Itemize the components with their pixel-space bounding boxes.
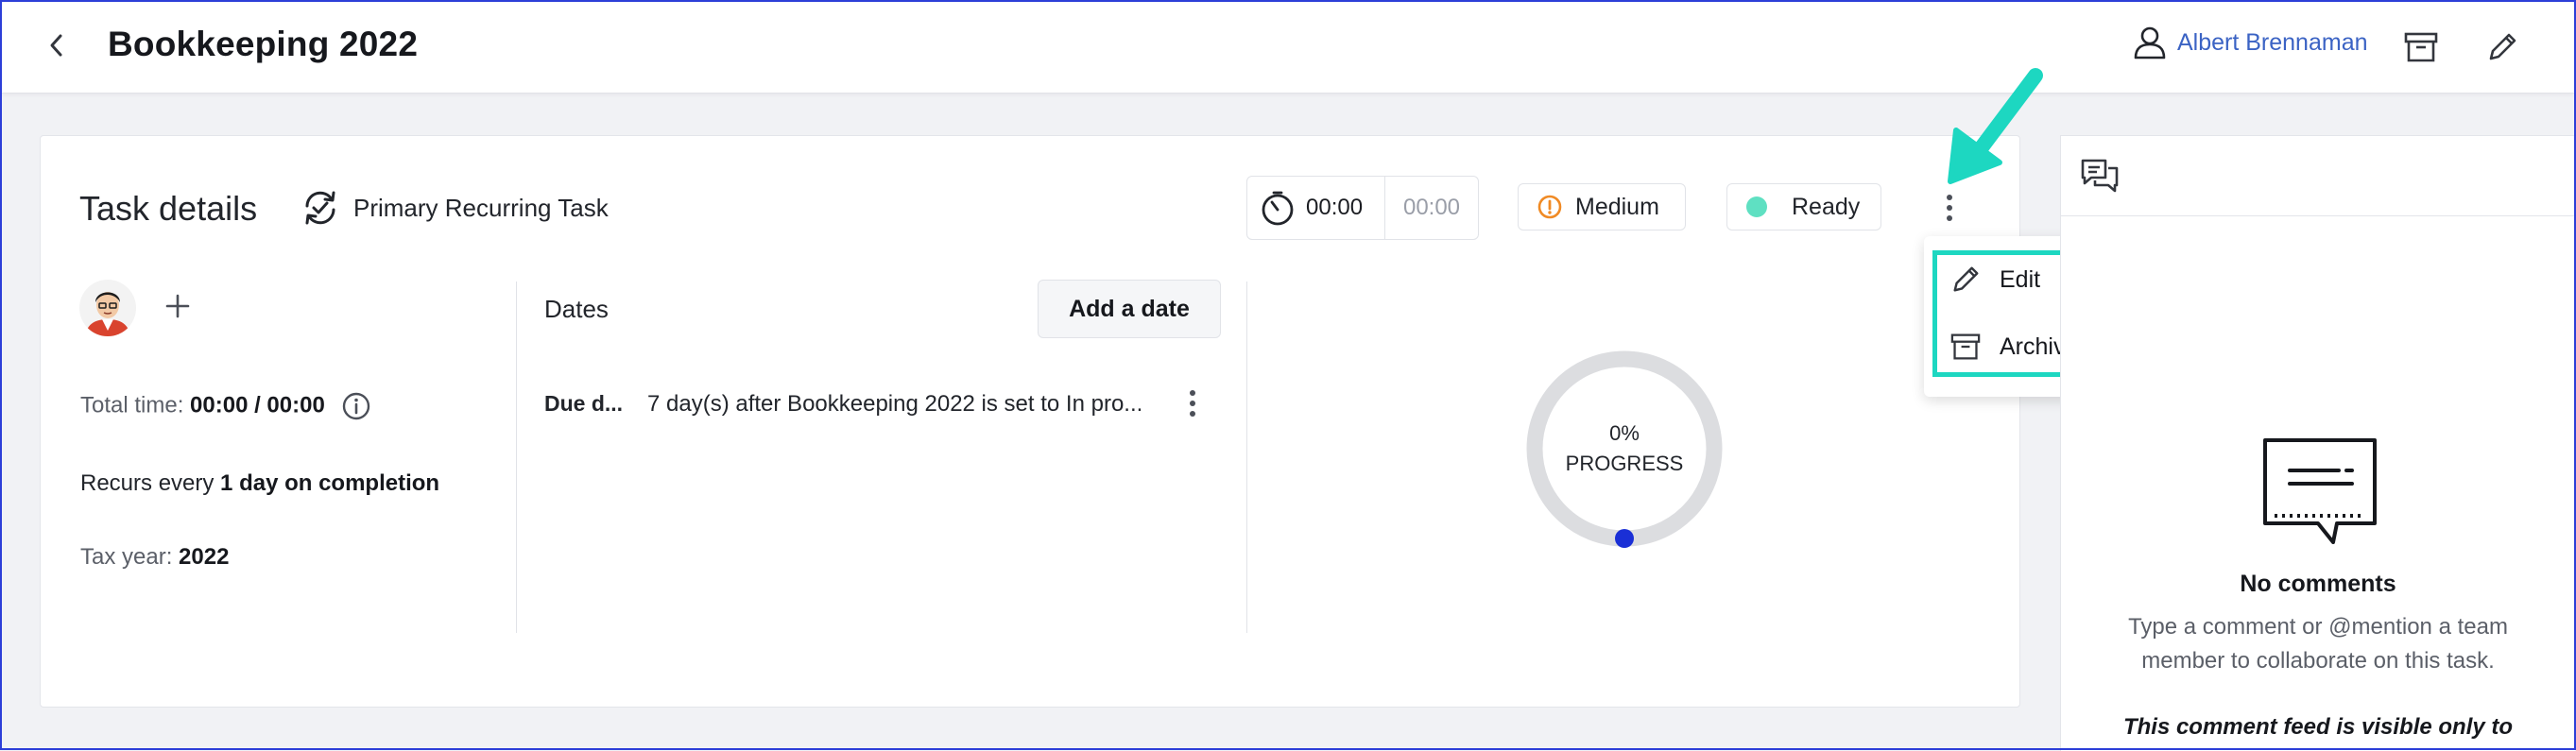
comments-icon[interactable] xyxy=(2080,157,2120,195)
kebab-dot xyxy=(1190,401,1195,406)
warning-icon xyxy=(1537,195,1562,219)
tax-year-value: 2022 xyxy=(179,544,230,570)
progress-label: PROGRESS xyxy=(1565,452,1684,475)
column-divider xyxy=(516,282,517,633)
no-comments-title: No comments xyxy=(2240,571,2396,597)
timer-elapsed: 00:00 xyxy=(1306,195,1364,220)
status-label: Ready xyxy=(1792,193,1861,220)
timer-start-button[interactable]: 00:00 xyxy=(1247,177,1385,239)
kebab-dot xyxy=(1190,411,1195,417)
page-title: Bookkeeping 2022 xyxy=(108,25,419,63)
info-icon[interactable] xyxy=(341,391,371,421)
recurring-task-indicator: Primary Recurring Task xyxy=(301,189,609,227)
recurs-value: 1 day on completion xyxy=(220,470,440,496)
back-button[interactable] xyxy=(36,25,77,66)
due-date-rule: 7 day(s) after Bookkeeping 2022 is set t… xyxy=(647,391,1143,417)
plus-icon xyxy=(165,294,190,318)
empty-comments-icon xyxy=(2263,438,2377,544)
top-bar: Bookkeeping 2022 Albert Brennaman xyxy=(2,2,2574,94)
avatar-illustration xyxy=(79,280,136,336)
status-selector[interactable]: Ready xyxy=(1726,183,1881,230)
timer-estimate[interactable]: 00:00 xyxy=(1385,177,1478,239)
archive-icon xyxy=(2404,32,2438,62)
due-date-label: Due d... xyxy=(544,391,624,416)
progress-indicator-dot xyxy=(1615,529,1634,548)
total-time-label: Total time: xyxy=(80,392,184,418)
total-time-value: 00:00 / 00:00 xyxy=(190,392,325,418)
task-details-title: Task details xyxy=(79,189,258,228)
tax-year-row: Tax year: 2022 xyxy=(80,544,229,571)
kebab-dot xyxy=(1947,215,1952,221)
due-date-options-button[interactable] xyxy=(1183,387,1202,419)
comments-header xyxy=(2061,136,2575,216)
progress-ring: 0% PROGRESS xyxy=(1521,346,1727,552)
progress-percent: 0% xyxy=(1609,421,1640,445)
priority-label: Medium xyxy=(1575,193,1659,220)
recurring-icon xyxy=(305,191,335,225)
pencil-icon xyxy=(2489,33,2516,60)
dates-section-title: Dates xyxy=(544,295,609,323)
recurrence-row: Recurs every 1 day on completion xyxy=(80,470,439,497)
progress-ring-graphic xyxy=(1526,350,1723,548)
stopwatch-icon xyxy=(1262,191,1294,226)
time-tracker[interactable]: 00:00 00:00 xyxy=(1246,176,1479,240)
total-time-row: Total time: 00:00 / 00:00 xyxy=(80,391,371,421)
chevron-left-icon xyxy=(50,34,62,57)
assignee-avatar[interactable] xyxy=(79,280,136,336)
comments-panel: No comments Type a comment or @mention a… xyxy=(2060,135,2575,751)
recurs-label: Recurs every xyxy=(80,470,215,496)
status-dot xyxy=(1746,196,1767,217)
pointer-arrow-annotation xyxy=(1948,68,2043,184)
user-name: Albert Brennaman xyxy=(2177,28,2368,56)
edit-button[interactable] xyxy=(2480,25,2525,70)
no-comments-description: Type a comment or @mention a team member… xyxy=(2128,614,2508,674)
recurring-label: Primary Recurring Task xyxy=(353,193,609,222)
add-date-button[interactable]: Add a date xyxy=(1038,280,1221,338)
column-divider xyxy=(1246,282,1247,633)
kebab-dot xyxy=(1190,390,1195,396)
comment-visibility-note: This comment feed is visible only to xyxy=(2122,714,2514,740)
priority-selector[interactable]: Medium xyxy=(1518,183,1686,230)
user-icon xyxy=(2134,26,2166,60)
assignee-user-link[interactable]: Albert Brennaman xyxy=(2132,25,2368,60)
tax-year-label: Tax year: xyxy=(80,544,173,570)
add-assignee-button[interactable] xyxy=(159,287,197,325)
archive-button[interactable] xyxy=(2398,25,2444,70)
